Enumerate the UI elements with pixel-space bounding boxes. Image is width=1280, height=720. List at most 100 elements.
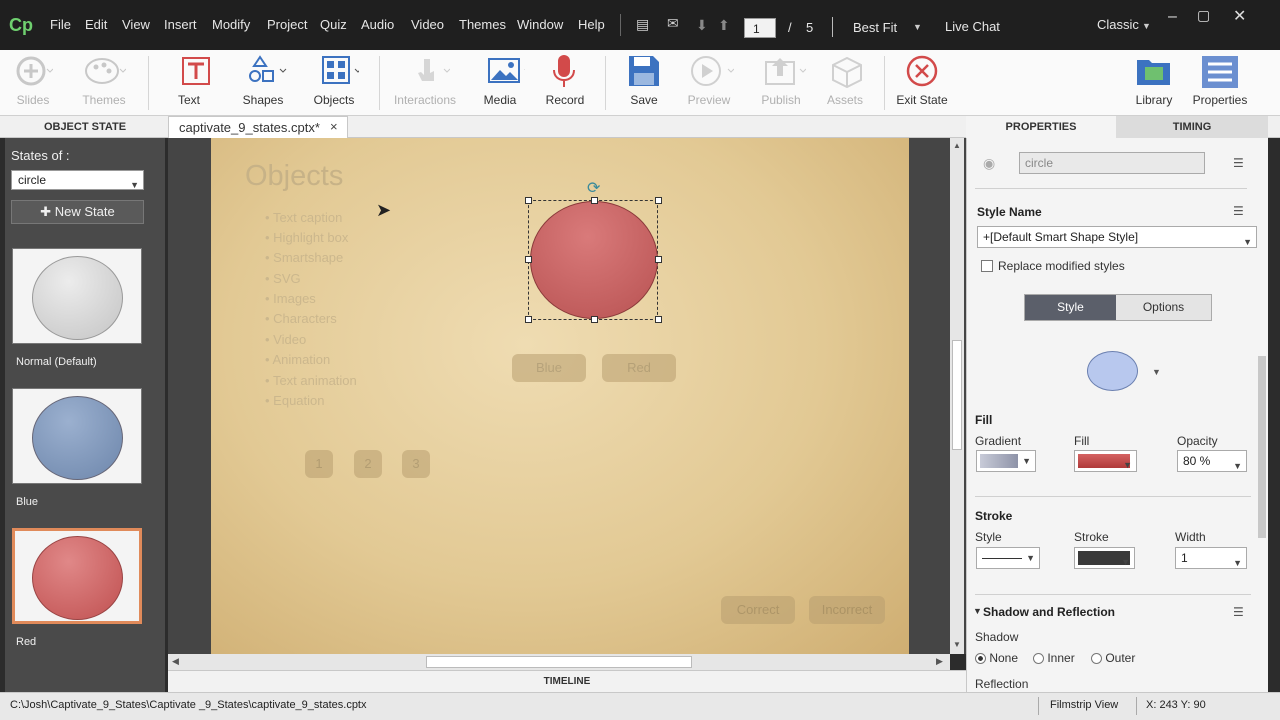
tab-properties[interactable]: PROPERTIES <box>966 116 1116 138</box>
properties-button[interactable]: Properties <box>1184 50 1256 116</box>
rotate-handle-icon[interactable]: ⟳ <box>587 178 600 198</box>
shape-style-preview[interactable] <box>1087 351 1138 391</box>
gradient-swatch[interactable]: ▼ <box>976 450 1036 472</box>
resize-handle[interactable] <box>591 197 598 204</box>
correct-button[interactable]: Correct <box>721 596 795 624</box>
menu-video[interactable]: Video <box>411 17 444 32</box>
comment-icon[interactable]: ▤ <box>636 16 649 33</box>
shapes-button[interactable]: Shapes <box>227 50 299 116</box>
minimize-icon[interactable]: – <box>1168 8 1177 26</box>
circle-shape[interactable] <box>530 201 658 319</box>
close-icon[interactable]: ✕ <box>1233 6 1246 26</box>
fill-color-swatch[interactable]: ▼ <box>1074 450 1137 472</box>
menu-themes[interactable]: Themes <box>459 17 506 32</box>
themes-button[interactable]: Themes <box>68 50 140 116</box>
subtab-options[interactable]: Options <box>1116 295 1211 320</box>
save-button[interactable]: Save <box>608 50 680 116</box>
state-thumb-normal[interactable] <box>12 248 142 344</box>
object-name-field[interactable]: circle <box>1019 152 1205 174</box>
chevron-down-icon[interactable]: ▼ <box>1142 21 1151 31</box>
text-button[interactable]: Text <box>153 50 225 116</box>
menu-help[interactable]: Help <box>578 17 605 32</box>
horizontal-scrollbar[interactable]: ◀ ▶ <box>168 654 950 670</box>
scroll-right-icon[interactable]: ▶ <box>936 656 943 667</box>
properties-scrollbar[interactable] <box>1258 356 1266 538</box>
resize-handle[interactable] <box>655 316 662 323</box>
state-thumb-blue[interactable] <box>12 388 142 484</box>
maximize-icon[interactable]: ▢ <box>1197 7 1210 24</box>
menu-edit[interactable]: Edit <box>85 17 107 32</box>
menu-file[interactable]: File <box>50 17 71 32</box>
publish-button[interactable]: Publish <box>745 50 817 116</box>
new-state-button[interactable]: ✚ New State <box>11 200 144 224</box>
menu-insert[interactable]: Insert <box>164 17 197 32</box>
subtab-style[interactable]: Style <box>1025 295 1116 320</box>
state-thumb-red[interactable] <box>12 528 142 624</box>
resize-handle[interactable] <box>655 256 662 263</box>
collapse-triangle-icon[interactable]: ▼ <box>973 606 982 616</box>
shadow-section-label[interactable]: Shadow and Reflection <box>983 605 1115 619</box>
filmstrip-view-toggle[interactable]: Filmstrip View <box>1050 699 1118 711</box>
red-button[interactable]: Red <box>602 354 676 382</box>
stroke-style-select[interactable]: ▼ <box>976 547 1040 569</box>
media-button[interactable]: Media <box>464 50 536 116</box>
objects-button[interactable]: Objects <box>298 50 370 116</box>
resize-handle[interactable] <box>525 256 532 263</box>
menu-audio[interactable]: Audio <box>361 17 394 32</box>
radio[interactable] <box>1033 653 1044 665</box>
number-button-3[interactable]: 3 <box>402 450 430 478</box>
object-select[interactable]: circle ▼ <box>11 170 144 190</box>
tab-document[interactable]: captivate_9_states.cptx* <box>168 116 348 138</box>
panel-menu-icon[interactable]: ☰ <box>1233 156 1244 170</box>
exit-state-button[interactable]: Exit State <box>886 50 958 116</box>
vertical-scrollbar[interactable]: ▲ ▼ <box>950 138 964 654</box>
menu-modify[interactable]: Modify <box>212 17 250 32</box>
number-button-2[interactable]: 2 <box>354 450 382 478</box>
menu-view[interactable]: View <box>122 17 150 32</box>
zoom-select[interactable]: Best Fit <box>853 20 897 35</box>
library-button[interactable]: Library <box>1118 50 1190 116</box>
stroke-color-swatch[interactable]: ▼ <box>1074 547 1135 569</box>
stroke-width-select[interactable]: 1 ▼ <box>1175 547 1247 569</box>
vertical-scroll-thumb[interactable] <box>952 340 962 450</box>
scroll-up-icon[interactable]: ▲ <box>953 141 961 150</box>
shadow-outer-option[interactable]: Outer <box>1091 651 1135 665</box>
chevron-down-icon[interactable]: ▼ <box>1152 367 1161 377</box>
style-menu-icon[interactable]: ☰ <box>1233 204 1244 218</box>
tab-object-state[interactable]: OBJECT STATE <box>5 116 165 138</box>
slides-button[interactable]: Slides <box>0 50 66 116</box>
close-tab-icon[interactable]: × <box>330 119 338 134</box>
interactions-button[interactable]: Interactions <box>385 50 465 116</box>
shadow-none-option[interactable]: None <box>975 651 1018 665</box>
blue-button[interactable]: Blue <box>512 354 586 382</box>
mail-icon[interactable]: ✉ <box>667 15 679 32</box>
page-number-input[interactable]: 1 <box>744 18 776 38</box>
resize-handle[interactable] <box>655 197 662 204</box>
workspace-select[interactable]: Classic <box>1097 17 1139 32</box>
incorrect-button[interactable]: Incorrect <box>809 596 885 624</box>
slide-canvas[interactable]: Objects • Text caption • Highlight box •… <box>211 138 909 654</box>
opacity-select[interactable]: 80 % ▼ <box>1177 450 1247 472</box>
preview-button[interactable]: Preview <box>673 50 745 116</box>
shadow-menu-icon[interactable]: ☰ <box>1233 605 1244 619</box>
record-button[interactable]: Record <box>529 50 601 116</box>
scroll-down-icon[interactable]: ▼ <box>953 640 961 649</box>
timeline-bar[interactable]: TIMELINE <box>168 670 966 692</box>
resize-handle[interactable] <box>525 197 532 204</box>
live-chat-link[interactable]: Live Chat <box>945 19 1000 34</box>
arrow-down-icon[interactable]: ⬇ <box>696 17 708 34</box>
menu-window[interactable]: Window <box>517 17 563 32</box>
resize-handle[interactable] <box>591 316 598 323</box>
menu-project[interactable]: Project <box>267 17 307 32</box>
tab-timing[interactable]: TIMING <box>1116 116 1268 138</box>
shadow-inner-option[interactable]: Inner <box>1033 651 1075 665</box>
radio[interactable] <box>1091 653 1102 665</box>
resize-handle[interactable] <box>525 316 532 323</box>
radio-selected[interactable] <box>975 653 986 665</box>
number-button-1[interactable]: 1 <box>305 450 333 478</box>
assets-button[interactable]: Assets <box>809 50 881 116</box>
chevron-down-icon[interactable]: ▼ <box>913 22 922 32</box>
horizontal-scroll-thumb[interactable] <box>426 656 692 668</box>
scroll-left-icon[interactable]: ◀ <box>172 656 179 667</box>
menu-quiz[interactable]: Quiz <box>320 17 347 32</box>
